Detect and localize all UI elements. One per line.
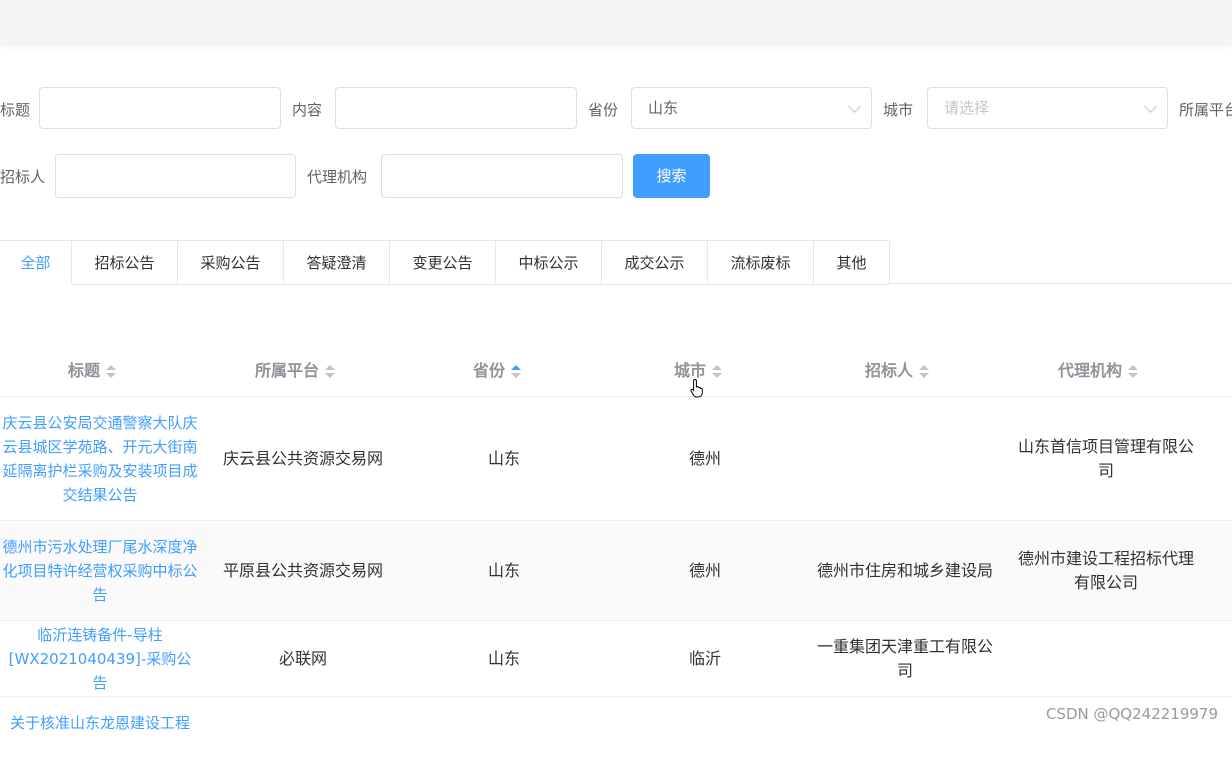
row-title-link[interactable]: 庆云县公安局交通警察大队庆云县城区学苑路、开元大街南延隔离护栏采购及安装项目成交… (2, 397, 198, 520)
province-select-value: 山东 (648, 99, 679, 117)
platform-filter-label: 所属平台 (1179, 101, 1232, 119)
tab-procurement-notice[interactable]: 采购公告 (178, 240, 284, 285)
column-header-label: 省份 (473, 361, 506, 380)
row-province: 山东 (487, 648, 520, 668)
tab-deal-notice[interactable]: 成交公示 (602, 240, 708, 285)
province-filter-label: 省份 (588, 101, 619, 119)
column-header-label: 代理机构 (1058, 361, 1123, 380)
column-header-province[interactable]: 省份 (473, 360, 522, 382)
row-bidder: 德州市住房和城乡建设局 (816, 560, 993, 580)
tab-tender-notice[interactable]: 招标公告 (72, 240, 178, 285)
tab-other[interactable]: 其他 (814, 240, 890, 285)
tab-all[interactable]: 全部 (0, 240, 72, 285)
bidder-input[interactable] (55, 154, 296, 198)
tab-clarification[interactable]: 答疑澄清 (284, 240, 390, 285)
row-platform: 平原县公共资源交易网 (222, 560, 383, 580)
row-bidder (813, 397, 997, 520)
category-tabs: 全部 招标公告 采购公告 答疑澄清 变更公告 中标公示 成交公示 流标废标 其他 (0, 240, 890, 285)
column-header-platform[interactable]: 所属平台 (255, 360, 336, 382)
title-filter-label: 标题 (0, 101, 31, 119)
row-agency: 山东首信项目管理有限公司 (1017, 436, 1194, 480)
top-header-bar (0, 0, 1232, 44)
tab-change-notice[interactable]: 变更公告 (390, 240, 496, 285)
chevron-down-icon (848, 100, 861, 113)
tab-award-notice[interactable]: 中标公示 (496, 240, 602, 285)
row-agency (1014, 621, 1198, 696)
row-city: 德州 (688, 448, 721, 468)
search-button[interactable]: 搜索 (633, 154, 710, 198)
content-input[interactable] (335, 87, 577, 129)
row-platform: 庆云县公共资源交易网 (222, 448, 383, 468)
sort-ascending-icon[interactable] (511, 364, 522, 379)
sort-icon[interactable] (712, 364, 723, 379)
tabs-divider (887, 283, 1232, 284)
city-filter-label: 城市 (883, 101, 914, 119)
row-title-link[interactable]: 德州市污水处理厂尾水深度净化项目特许经营权采购中标公告 (2, 521, 198, 620)
row-city: 德州 (688, 560, 721, 580)
column-header-bidder[interactable]: 招标人 (865, 360, 930, 382)
column-header-label: 标题 (68, 361, 101, 380)
row-title-link[interactable]: 关于核准山东龙恩建设工程 (2, 697, 198, 757)
chevron-down-icon (1144, 100, 1157, 113)
bidder-filter-label: 招标人 (0, 168, 46, 186)
column-header-label: 招标人 (865, 361, 914, 380)
content-filter-label: 内容 (292, 101, 323, 119)
agency-input[interactable] (381, 154, 623, 198)
column-header-title[interactable]: 标题 (68, 360, 117, 382)
agency-filter-label: 代理机构 (307, 168, 368, 186)
row-platform: 必联网 (278, 648, 327, 668)
hand-pointer-icon (690, 378, 703, 398)
sort-icon[interactable] (325, 364, 336, 379)
city-select-placeholder: 请选择 (944, 99, 990, 117)
city-select[interactable]: 请选择 (927, 87, 1168, 129)
row-bidder: 一重集团天津重工有限公司 (816, 636, 993, 680)
title-input[interactable] (39, 87, 281, 129)
table-row: 临沂连铸备件-导柱[WX2021040439]-采购公告 必联网 山东 临沂 一… (0, 621, 1232, 697)
column-header-agency[interactable]: 代理机构 (1058, 360, 1139, 382)
sort-icon[interactable] (1128, 364, 1139, 379)
row-agency: 德州市建设工程招标代理有限公司 (1017, 548, 1194, 592)
row-title-link[interactable]: 临沂连铸备件-导柱[WX2021040439]-采购公告 (2, 621, 198, 696)
table-row: 德州市污水处理厂尾水深度净化项目特许经营权采购中标公告 平原县公共资源交易网 山… (0, 521, 1232, 621)
sort-icon[interactable] (919, 364, 930, 379)
tab-failed-bid[interactable]: 流标废标 (708, 240, 814, 285)
row-province: 山东 (487, 560, 520, 580)
row-province: 山东 (487, 448, 520, 468)
watermark: CSDN @QQ242219979 (1045, 705, 1218, 723)
row-city: 临沂 (688, 648, 721, 668)
sort-icon[interactable] (106, 364, 117, 379)
table-header: 标题 所属平台 省份 城市 招标人 代理机构 (0, 346, 1232, 397)
table-row: 庆云县公安局交通警察大队庆云县城区学苑路、开元大街南延隔离护栏采购及安装项目成交… (0, 397, 1232, 521)
province-select[interactable]: 山东 (631, 87, 872, 129)
column-header-label: 所属平台 (255, 361, 320, 380)
